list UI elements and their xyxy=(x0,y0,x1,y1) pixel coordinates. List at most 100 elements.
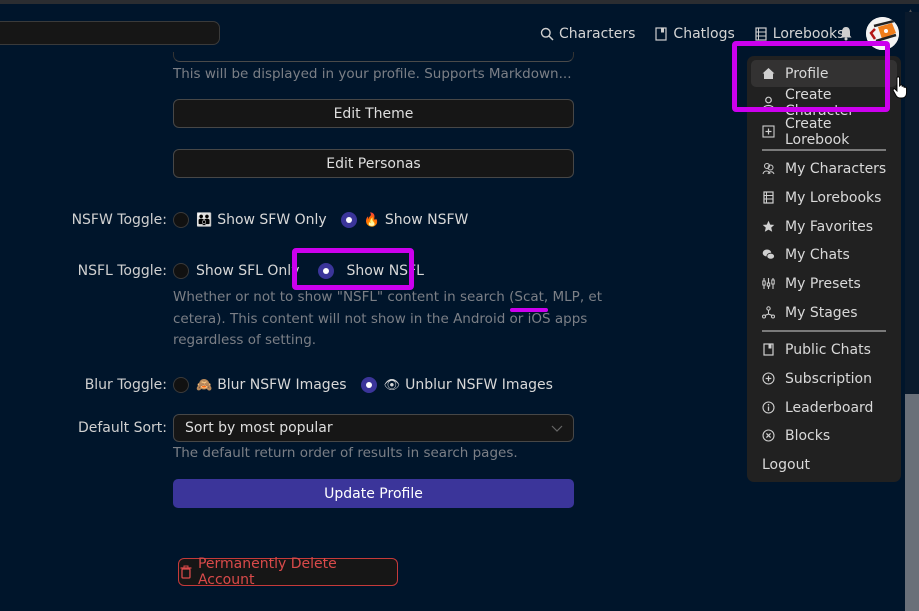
x-circle-icon xyxy=(762,429,775,442)
users-icon xyxy=(762,163,775,175)
menu-item-label: My Characters xyxy=(785,160,887,177)
menu-item-label: My Chats xyxy=(785,246,850,263)
book-icon xyxy=(763,191,774,204)
document-icon xyxy=(655,27,668,41)
trash-icon xyxy=(180,565,192,579)
family-emoji-icon: 👪 xyxy=(196,212,213,228)
search-icon xyxy=(540,27,554,41)
plus-circle-icon xyxy=(762,372,775,385)
plus-square-icon xyxy=(762,125,775,138)
nsfl-toggle-label: NSFL Toggle: xyxy=(77,263,167,279)
network-icon xyxy=(762,306,775,319)
bell-icon[interactable] xyxy=(839,26,853,41)
avatar-image xyxy=(866,17,899,50)
nsfl-help-text: Whether or not to show "NSFL" content in… xyxy=(173,287,602,352)
default-sort-label: Default Sort: xyxy=(77,420,167,436)
home-icon xyxy=(762,68,775,79)
document-icon xyxy=(763,343,774,356)
menu-item-subscription[interactable]: Subscription xyxy=(751,365,897,392)
search-input[interactable] xyxy=(0,21,220,45)
eye-emoji-icon: 👁 xyxy=(383,377,401,393)
radio-blur[interactable] xyxy=(173,377,189,393)
menu-item-profile[interactable]: Profile xyxy=(751,60,897,87)
sliders-icon xyxy=(762,278,775,289)
radio-sfl-only[interactable] xyxy=(173,263,189,279)
default-sort-help: The default return order of results in s… xyxy=(173,445,518,461)
nsfl-help-line: Whether or not to show "NSFL" content in… xyxy=(173,289,603,305)
menu-item-my-presets[interactable]: My Presets xyxy=(751,270,897,297)
radio-sfw-only[interactable] xyxy=(173,212,189,228)
update-profile-button[interactable]: Update Profile xyxy=(173,479,574,508)
nav-chatlogs-label: Chatlogs xyxy=(673,26,735,42)
menu-item-label: My Lorebooks xyxy=(785,189,882,206)
nav-lorebooks[interactable]: Lorebooks xyxy=(754,26,845,42)
menu-item-label: Profile xyxy=(785,65,829,82)
menu-item-blocks[interactable]: Blocks xyxy=(751,422,897,449)
default-sort-value: Sort by most popular xyxy=(185,420,333,436)
chevron-down-icon xyxy=(551,425,563,432)
hand-pointer-cursor-icon xyxy=(892,76,907,99)
edit-personas-button[interactable]: Edit Personas xyxy=(173,149,574,178)
radio-show-nsfl[interactable] xyxy=(318,263,335,279)
show-nsfw-label: Show NSFW xyxy=(384,212,469,228)
user-dropdown-menu: Profile Create Character Create Lorebook… xyxy=(747,56,901,482)
scrollbar-thumb[interactable] xyxy=(905,394,919,611)
delete-account-button[interactable]: Permanently Delete Account xyxy=(178,556,398,588)
edit-theme-button[interactable]: Edit Theme xyxy=(173,99,574,128)
user-avatar[interactable] xyxy=(866,17,899,50)
menu-item-create-lorebook[interactable]: Create Lorebook xyxy=(751,115,897,148)
top-nav: Characters Chatlogs Lorebooks xyxy=(540,24,863,44)
menu-item-my-characters[interactable]: My Characters xyxy=(751,155,897,182)
blur-option-unblur[interactable]: 👁 Unblur NSFW Images xyxy=(360,377,553,393)
nav-lorebooks-label: Lorebooks xyxy=(772,26,845,42)
blur-option-blur[interactable]: 🙈 Blur NSFW Images xyxy=(173,377,347,393)
blur-label: Blur NSFW Images xyxy=(217,377,347,393)
menu-item-my-favorites[interactable]: My Favorites xyxy=(751,213,897,240)
menu-item-create-character[interactable]: Create Character xyxy=(751,86,897,119)
menu-item-label: My Favorites xyxy=(785,218,874,235)
nsfw-toggle-label: NSFW Toggle: xyxy=(71,212,167,228)
sfl-only-label: Show SFL Only xyxy=(196,263,300,279)
info-circle-icon xyxy=(762,401,775,414)
menu-item-label: My Presets xyxy=(785,275,861,292)
blur-toggle: 🙈 Blur NSFW Images 👁 Unblur NSFW Images xyxy=(173,377,567,393)
radio-show-nsfw[interactable] xyxy=(340,212,357,228)
delete-account-label: Permanently Delete Account xyxy=(197,556,337,588)
show-nsfl-label: Show NSFL xyxy=(346,263,424,279)
menu-item-public-chats[interactable]: Public Chats xyxy=(751,336,897,363)
menu-item-label: Logout xyxy=(762,456,810,473)
menu-item-leaderboard[interactable]: Leaderboard xyxy=(751,394,897,421)
nsfl-help-line: regardless of setting. xyxy=(173,332,317,348)
sfw-only-label: Show SFW Only xyxy=(217,212,327,228)
menu-item-my-stages[interactable]: My Stages xyxy=(751,299,897,326)
menu-item-logout[interactable]: Logout xyxy=(751,451,897,478)
menu-item-label: Create Character xyxy=(785,86,855,119)
bio-help-text: This will be displayed in your profile. … xyxy=(173,66,572,82)
nav-characters-label: Characters xyxy=(559,26,636,42)
nsfl-option-show-nsfl[interactable]: Show NSFL xyxy=(318,263,424,279)
menu-item-my-lorebooks[interactable]: My Lorebooks xyxy=(751,184,897,211)
menu-item-label: Public Chats xyxy=(785,341,871,358)
bio-textarea[interactable] xyxy=(173,52,574,62)
nsfl-toggle: Show SFL Only Show NSFL xyxy=(173,263,438,279)
menu-item-label: My Stages xyxy=(785,304,858,321)
book-icon xyxy=(755,27,767,41)
nsfw-toggle: 👪 Show SFW Only 🔥 Show NSFW xyxy=(173,212,482,228)
fire-emoji-icon: 🔥 xyxy=(363,212,380,228)
menu-item-label: Create Lorebook xyxy=(785,115,850,148)
nsfw-option-sfw-only[interactable]: 👪 Show SFW Only xyxy=(173,212,327,228)
nsfw-option-show-nsfw[interactable]: 🔥 Show NSFW xyxy=(340,212,469,228)
nav-chatlogs[interactable]: Chatlogs xyxy=(654,26,735,42)
nsfl-help-line: cetera). This content will not show in t… xyxy=(173,310,588,327)
chat-bubbles-icon xyxy=(762,249,775,260)
unblur-label: Unblur NSFW Images xyxy=(405,377,553,393)
user-icon xyxy=(762,96,775,109)
menu-item-my-chats[interactable]: My Chats xyxy=(751,241,897,268)
menu-item-label: Leaderboard xyxy=(785,399,874,416)
default-sort-select[interactable]: Sort by most popular xyxy=(173,414,574,442)
blur-toggle-label: Blur Toggle: xyxy=(84,377,167,393)
see-no-evil-emoji-icon: 🙈 xyxy=(196,377,213,393)
nav-characters[interactable]: Characters xyxy=(540,26,635,42)
radio-unblur[interactable] xyxy=(360,377,377,393)
nsfl-option-sfl-only[interactable]: Show SFL Only xyxy=(173,263,299,279)
